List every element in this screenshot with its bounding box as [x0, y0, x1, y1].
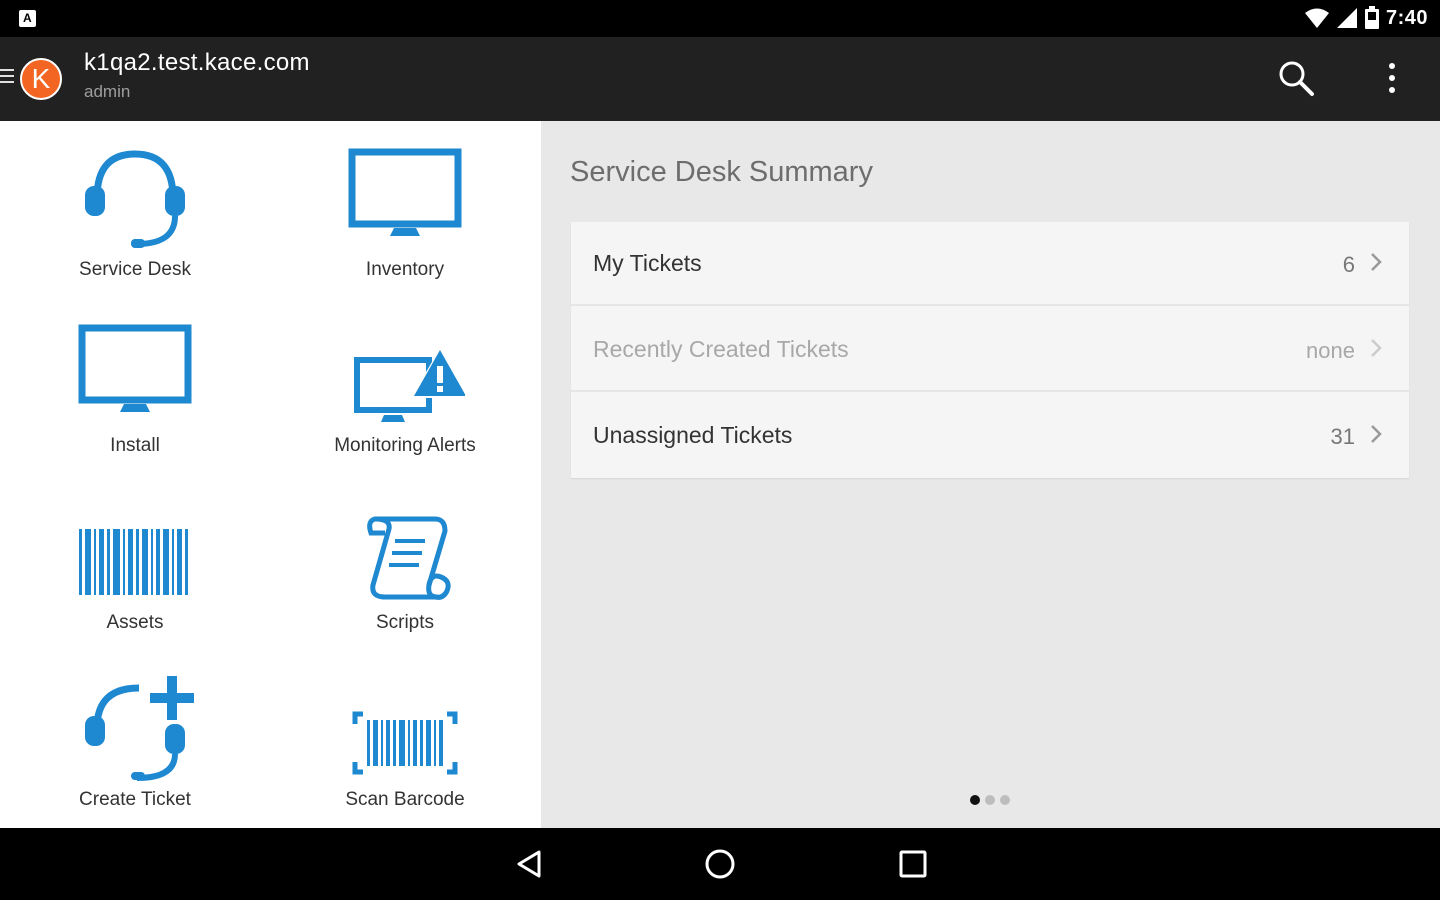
page-dot[interactable] [985, 795, 995, 805]
summary-card: My Tickets 6 Recently Created Tickets no… [571, 222, 1409, 478]
summary-pane: Service Desk Summary My Tickets 6 Recent… [541, 121, 1440, 828]
scroll-icon [367, 516, 451, 600]
user-name: admin [84, 82, 131, 101]
row-label: Unassigned Tickets [593, 422, 793, 448]
system-nav-bar [0, 828, 1440, 900]
recents-icon [899, 850, 927, 878]
notification-icon [19, 10, 36, 27]
page-dot[interactable] [970, 795, 980, 805]
chevron-right-icon [1371, 339, 1382, 357]
row-count: 6 [1342, 252, 1355, 277]
home-button[interactable] [700, 846, 740, 882]
search-button[interactable] [1276, 58, 1316, 98]
battery-icon [1364, 6, 1379, 29]
headset-icon [85, 150, 185, 248]
wifi-icon [1304, 8, 1329, 28]
scan-barcode-icon [352, 711, 458, 775]
back-icon [517, 850, 541, 878]
overflow-menu-icon [1389, 63, 1395, 93]
monitor-icon [348, 148, 462, 236]
tile-assets[interactable]: Assets [0, 474, 270, 650]
tile-label: Install [110, 435, 160, 456]
summary-row-recently-created[interactable]: Recently Created Tickets none [571, 308, 1409, 392]
page-indicator [970, 795, 1010, 805]
monitor-alert-icon [354, 348, 465, 422]
row-count: 31 [1330, 424, 1355, 449]
row-count: none [1306, 338, 1355, 363]
tile-scripts[interactable]: Scripts [270, 474, 540, 650]
kace-logo[interactable]: K [20, 58, 62, 100]
tile-label: Create Ticket [79, 789, 191, 810]
tile-label: Assets [106, 612, 164, 633]
summary-title: Service Desk Summary [570, 156, 873, 188]
recents-button[interactable] [892, 846, 932, 882]
barcode-icon [79, 529, 188, 595]
tile-label: Service Desk [79, 259, 191, 280]
tile-install[interactable]: Install [0, 297, 270, 473]
tile-label: Scripts [375, 612, 435, 633]
overflow-menu-button[interactable] [1380, 58, 1404, 98]
chevron-right-icon [1371, 253, 1382, 271]
tile-scan-barcode[interactable]: Scan Barcode [270, 651, 540, 827]
chevron-right-icon [1371, 425, 1382, 443]
tile-service-desk[interactable]: Service Desk [0, 121, 270, 297]
status-bar: 7:40 [0, 0, 1440, 37]
home-icon [705, 849, 735, 879]
headset-plus-icon [85, 676, 194, 781]
tile-label: Monitoring Alerts [334, 435, 476, 456]
status-time: 7:40 [1385, 6, 1428, 29]
server-host: k1qa2.test.kace.com [84, 49, 310, 76]
page-dot[interactable] [1000, 795, 1010, 805]
row-label: My Tickets [593, 250, 702, 276]
summary-row-my-tickets[interactable]: My Tickets 6 [571, 222, 1409, 306]
signal-icon [1336, 8, 1357, 28]
tile-label: Inventory [365, 259, 445, 280]
monitor-icon [78, 324, 192, 412]
tile-create-ticket[interactable]: Create Ticket [0, 651, 270, 827]
drawer-menu-icon[interactable] [0, 69, 14, 85]
summary-row-unassigned[interactable]: Unassigned Tickets 31 [571, 394, 1409, 478]
tile-label: Scan Barcode [345, 789, 465, 810]
search-icon [1279, 61, 1314, 96]
tile-inventory[interactable]: Inventory [270, 121, 540, 297]
row-label: Recently Created Tickets [593, 336, 849, 362]
module-grid: Service Desk Inventory Install Monitorin… [0, 121, 541, 828]
back-button[interactable] [509, 846, 549, 882]
tile-monitoring-alerts[interactable]: Monitoring Alerts [270, 297, 540, 473]
status-icons: 7:40 [1304, 6, 1428, 30]
